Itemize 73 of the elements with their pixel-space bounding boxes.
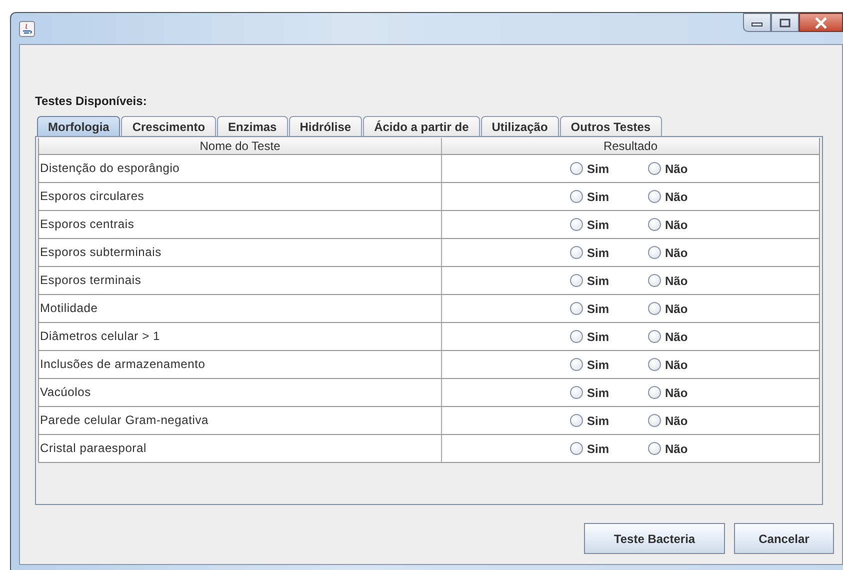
test-button[interactable]: Teste Bacteria bbox=[584, 523, 725, 554]
table-cell: Diâmetros celular > 1 bbox=[39, 323, 442, 350]
radio-button[interactable] bbox=[648, 274, 661, 287]
close-button[interactable] bbox=[799, 13, 843, 32]
radio-option[interactable]: Não bbox=[648, 302, 708, 316]
radio-option[interactable]: Sim bbox=[570, 274, 630, 288]
radio-button[interactable] bbox=[648, 246, 661, 259]
radio-option[interactable]: Não bbox=[648, 386, 708, 400]
section-label: Testes Disponíveis: bbox=[35, 94, 148, 110]
close-icon bbox=[814, 16, 828, 28]
radio-option[interactable]: Não bbox=[648, 162, 708, 176]
radio-option[interactable]: Sim bbox=[570, 162, 630, 176]
table-cell: Cristal paraesporal bbox=[39, 435, 442, 462]
radio-option[interactable]: Sim bbox=[570, 218, 630, 232]
radio-button[interactable] bbox=[570, 442, 583, 455]
table-cell: Inclusões de armazenamento bbox=[39, 351, 442, 378]
radio-button[interactable] bbox=[570, 330, 583, 343]
tab[interactable]: Ácido a partir de bbox=[363, 116, 480, 136]
table-cell: Esporos circulares bbox=[39, 183, 442, 210]
table-cell: Esporos centrais bbox=[39, 211, 442, 238]
table-cell: Distenção do esporângio bbox=[39, 155, 442, 182]
radio-button[interactable] bbox=[570, 218, 583, 231]
column-header: Resultado bbox=[602, 138, 659, 154]
radio-button[interactable] bbox=[648, 442, 661, 455]
radio-button[interactable] bbox=[648, 190, 661, 203]
maximize-button[interactable] bbox=[771, 13, 799, 32]
radio-button[interactable] bbox=[570, 414, 583, 427]
radio-button[interactable] bbox=[570, 302, 583, 315]
table-cell: Esporos subterminais bbox=[39, 239, 442, 266]
radio-option[interactable]: Não bbox=[648, 358, 708, 372]
tab[interactable]: Hidrólise bbox=[288, 116, 362, 136]
radio-button[interactable] bbox=[648, 330, 661, 343]
java-app-icon bbox=[19, 20, 35, 36]
radio-button[interactable] bbox=[648, 358, 661, 371]
tab[interactable]: Enzimas bbox=[217, 116, 288, 136]
cancel-button[interactable]: Cancelar bbox=[734, 523, 834, 554]
radio-button[interactable] bbox=[570, 162, 583, 175]
radio-button[interactable] bbox=[648, 386, 661, 399]
radio-option[interactable]: Não bbox=[648, 246, 708, 260]
column-header: Nome do Teste bbox=[39, 138, 442, 154]
radio-button[interactable] bbox=[648, 218, 661, 231]
radio-option[interactable]: Não bbox=[648, 218, 708, 232]
radio-button[interactable] bbox=[570, 386, 583, 399]
radio-option[interactable]: Sim bbox=[570, 386, 630, 400]
radio-button[interactable] bbox=[570, 190, 583, 203]
radio-option[interactable]: Sim bbox=[570, 246, 630, 260]
minimize-button[interactable] bbox=[743, 13, 771, 32]
radio-option[interactable]: Sim bbox=[570, 358, 630, 372]
radio-button[interactable] bbox=[570, 358, 583, 371]
radio-button[interactable] bbox=[648, 302, 661, 315]
table-cell: Vacúolos bbox=[39, 379, 442, 406]
table-cell: Motilidade bbox=[39, 295, 442, 322]
radio-button[interactable] bbox=[570, 274, 583, 287]
radio-button[interactable] bbox=[570, 246, 583, 259]
tab[interactable]: Utilização bbox=[480, 116, 559, 136]
table-cell: Parede celular Gram-negativa bbox=[39, 407, 442, 434]
radio-option[interactable]: Não bbox=[648, 414, 708, 428]
maximize-icon bbox=[779, 18, 791, 28]
tab[interactable]: Crescimento bbox=[121, 116, 216, 136]
table-cell: Esporos terminais bbox=[39, 267, 442, 294]
radio-option[interactable]: Sim bbox=[570, 190, 630, 204]
radio-button[interactable] bbox=[648, 414, 661, 427]
tab[interactable]: Morfologia bbox=[37, 116, 120, 136]
radio-option[interactable]: Não bbox=[648, 274, 708, 288]
radio-option[interactable]: Sim bbox=[570, 414, 630, 428]
radio-option[interactable]: Não bbox=[648, 442, 708, 456]
radio-option[interactable]: Sim bbox=[570, 330, 630, 344]
tab[interactable]: Outros Testes bbox=[560, 116, 662, 136]
radio-option[interactable]: Não bbox=[648, 330, 708, 344]
radio-button[interactable] bbox=[648, 162, 661, 175]
radio-option[interactable]: Sim bbox=[570, 442, 630, 456]
radio-option[interactable]: Sim bbox=[570, 302, 630, 316]
radio-option[interactable]: Não bbox=[648, 190, 708, 204]
